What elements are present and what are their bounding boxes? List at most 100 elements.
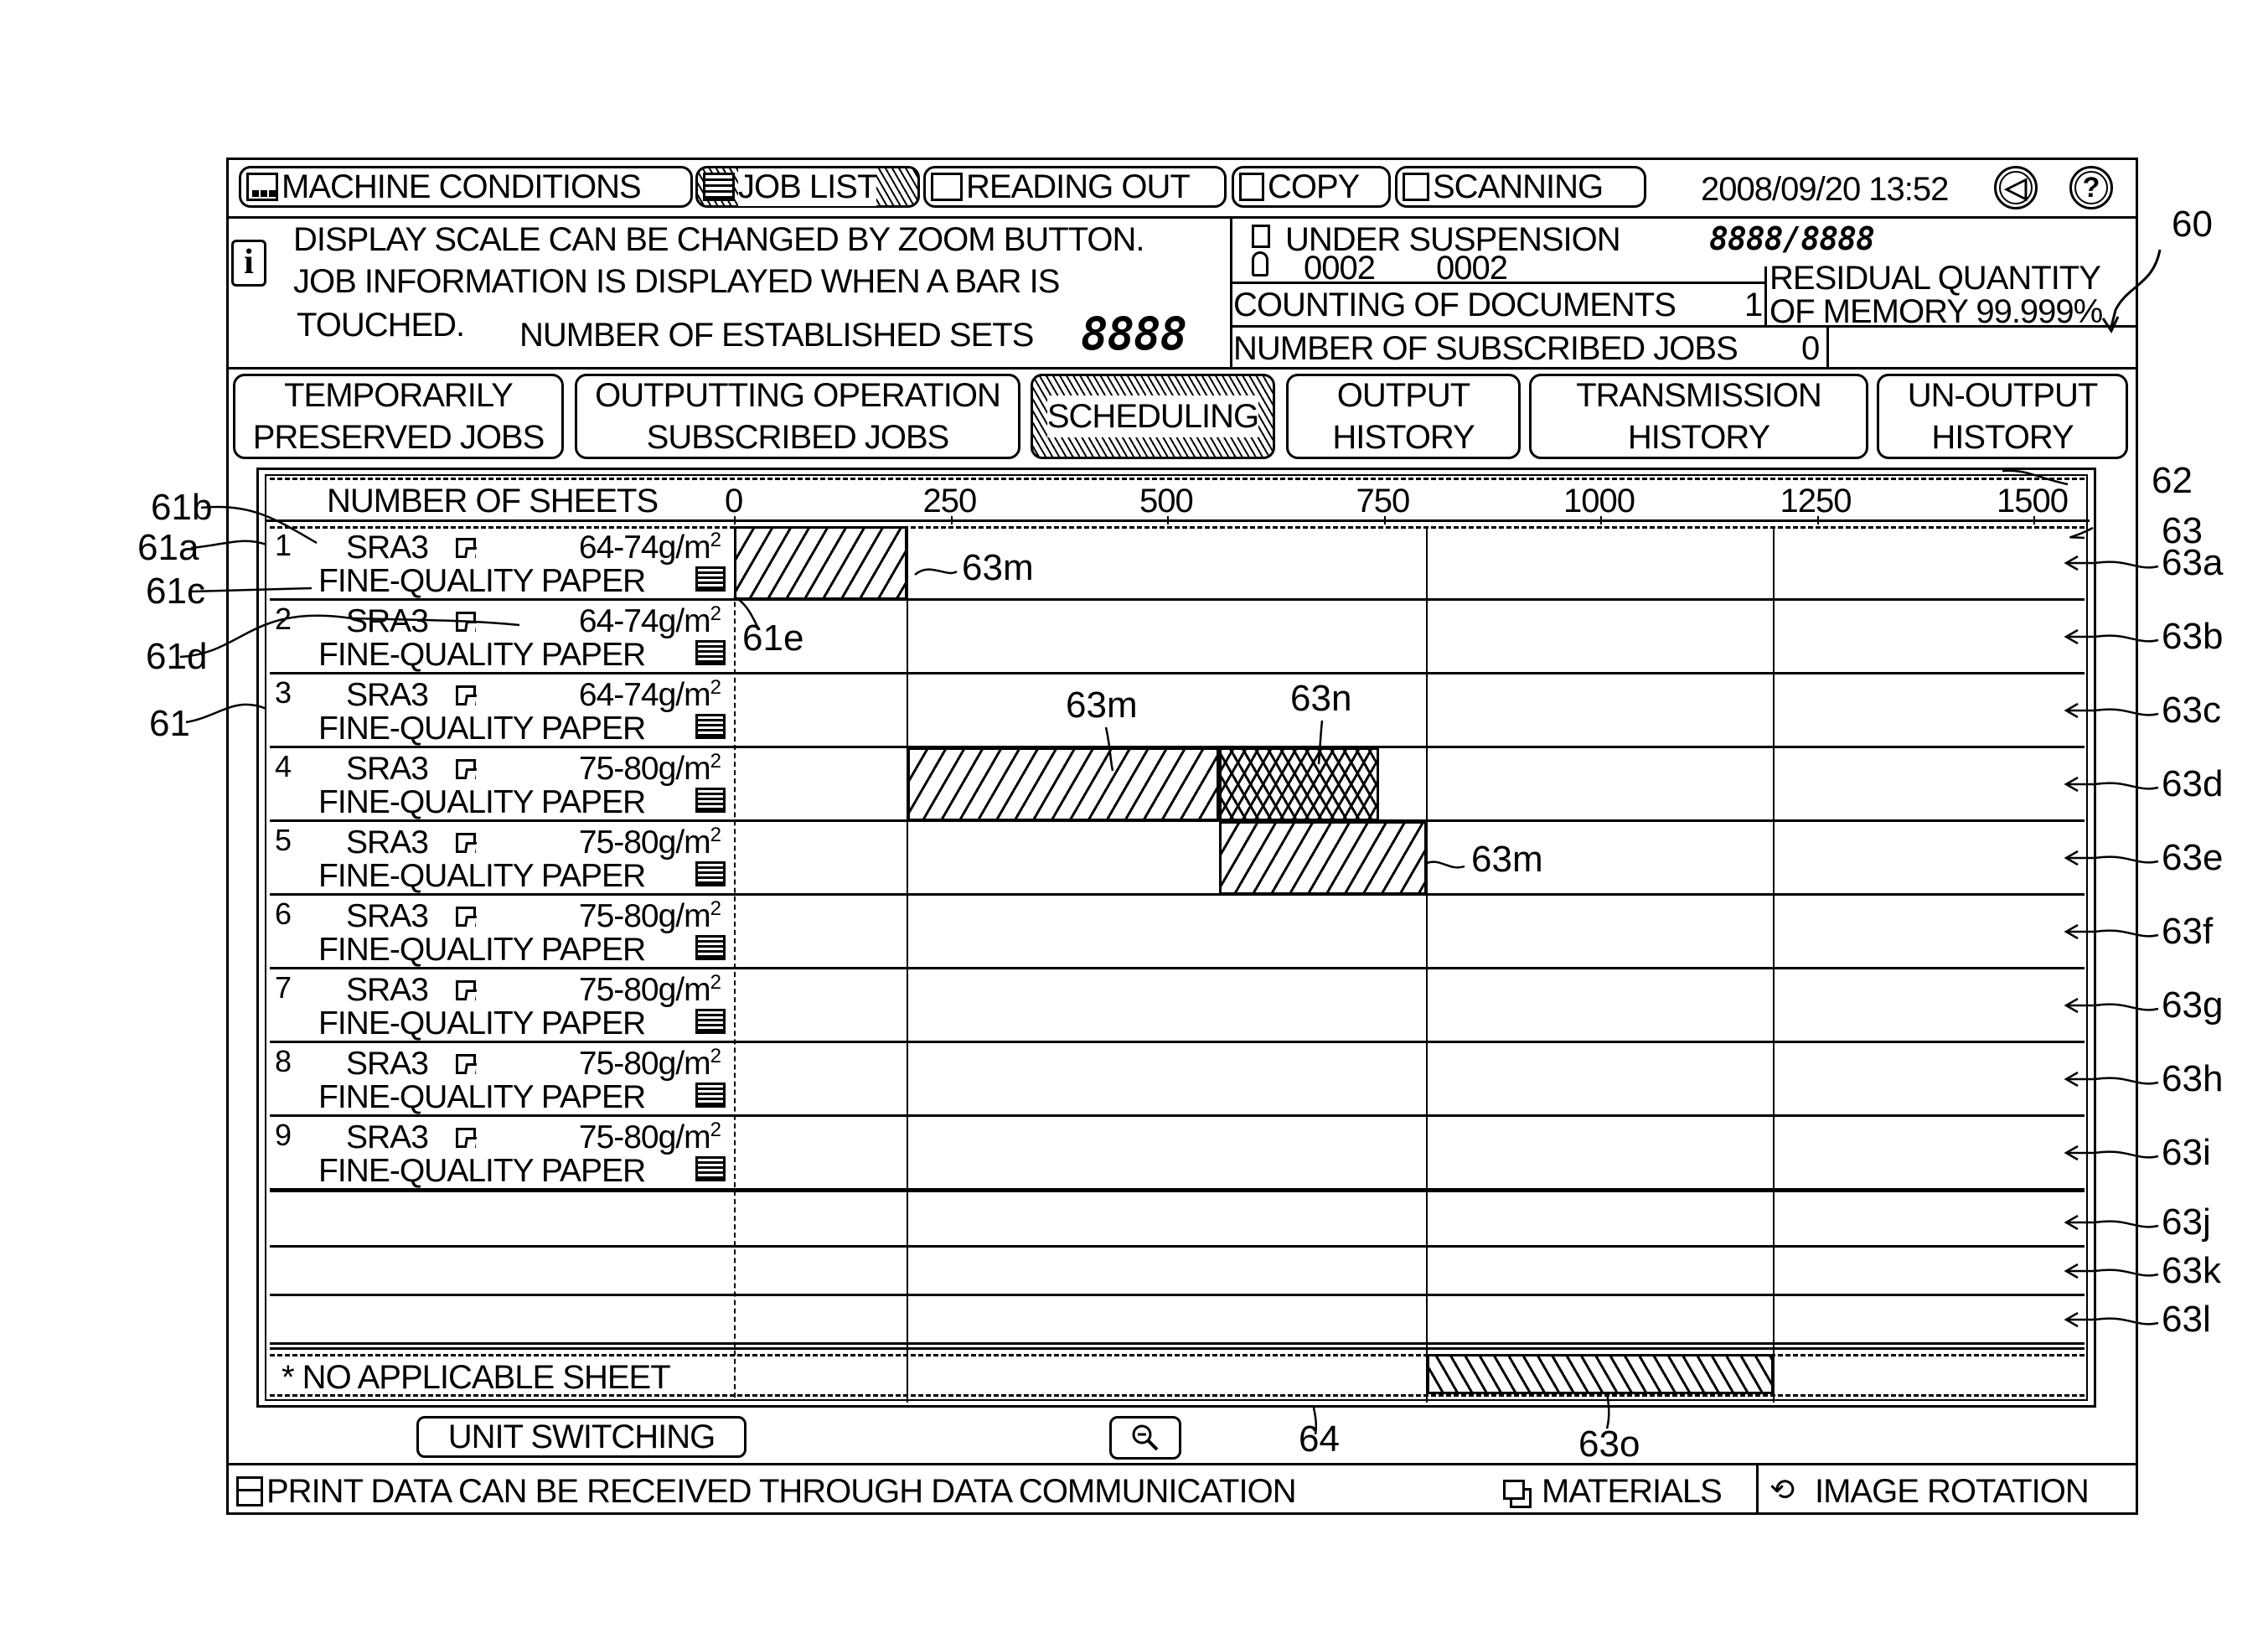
printer-icon [236,1476,263,1506]
schedule-bar-m[interactable] [907,747,1220,821]
sheet-row-label[interactable]: 4 SRA3 75-80g/m2 FINE-QUALITY PAPER [268,747,734,820]
paper-weight: 75-80g/m2 [578,824,721,860]
paper-size: SRA3 [346,677,429,713]
image-rotation-button[interactable]: IMAGE ROTATION [1815,1475,2090,1508]
sheet-row-label[interactable]: 5 SRA3 75-80g/m2 FINE-QUALITY PAPER [268,821,734,894]
ref-61c: 61c [146,571,205,612]
paper-type: FINE-QUALITY PAPER [318,637,646,673]
paper-type: FINE-QUALITY PAPER [318,1079,646,1115]
tray-icon [695,1083,726,1108]
ref-63j: 63j [2162,1201,2211,1243]
paper-weight: 64-74g/m2 [578,676,721,713]
sheet-row-label[interactable]: 6 SRA3 75-80g/m2 FINE-QUALITY PAPER [268,895,734,968]
orientation-icon [456,980,476,1000]
orientation-icon [456,833,476,853]
ref-63i: 63i [2162,1132,2211,1173]
orientation-icon [456,685,476,705]
sheet-row-label[interactable] [268,1295,734,1367]
x-tick-label: 1500 [1997,483,2069,519]
tray-icon [695,714,726,739]
ref-63n: 63n [1290,678,1352,719]
paper-weight: 75-80g/m2 [578,897,721,934]
gridline [906,526,908,1403]
ref-63o: 63o [1578,1424,1640,1465]
paper-type: FINE-QUALITY PAPER [318,1153,646,1189]
paper-size: SRA3 [346,530,429,566]
ref-61e: 61e [742,618,804,659]
paper-weight: 75-80g/m2 [578,971,721,1008]
na-top-dash [270,1354,2085,1357]
ref-63b: 63b [2162,616,2224,657]
row-number: 1 [275,528,292,562]
zoom-out-button[interactable] [1109,1416,1181,1460]
schedule-bar-o[interactable] [1427,1354,1774,1394]
ref-63k: 63k [2162,1250,2221,1291]
sheet-row-label[interactable]: 2 SRA3 64-74g/m2 FINE-QUALITY PAPER [268,600,734,673]
ref-61: 61 [149,703,190,744]
materials-button[interactable]: MATERIALS [1542,1475,1723,1508]
paper-size: SRA3 [346,824,429,860]
label-chart-divider [734,526,736,1398]
tray-icon [695,566,726,592]
tray-icon [695,1009,726,1034]
ref-63m-row1: 63m [962,547,1034,588]
axis-line [265,519,2090,522]
x-tick-label: 250 [922,483,978,519]
paper-type: FINE-QUALITY PAPER [318,858,646,894]
row-number: 9 [275,1118,292,1152]
row-number: 2 [275,602,292,636]
paper-size: SRA3 [346,1119,429,1155]
ref-63a: 63a [2162,542,2224,583]
paper-weight: 64-74g/m2 [578,529,721,566]
tray-icon [695,1156,726,1181]
row-number: 6 [275,897,292,931]
row-number: 7 [275,970,292,1005]
paper-weight: 75-80g/m2 [578,1119,721,1155]
paper-type: FINE-QUALITY PAPER [318,711,646,747]
paper-size: SRA3 [346,972,429,1008]
footer-message: PRINT DATA CAN BE RECEIVED THROUGH DATA … [266,1473,1297,1510]
sheet-row-label[interactable]: 3 SRA3 64-74g/m2 FINE-QUALITY PAPER [268,674,734,747]
ref-63f: 63f [2162,911,2214,952]
row-number: 5 [275,823,292,857]
paper-type: FINE-QUALITY PAPER [318,1005,646,1041]
ref-61d: 61d [146,636,208,677]
paper-size: SRA3 [346,603,429,639]
row-number: 4 [275,749,292,783]
ref-61a: 61a [137,527,199,568]
sheet-row-label[interactable]: 7 SRA3 75-80g/m2 FINE-QUALITY PAPER [268,969,734,1041]
schedule-bar-m[interactable] [734,526,907,600]
chart-canvas: NUMBER OF SHEETS 0 250 500 750 1000 1250 1500 1 … [0,0,2268,1633]
paper-size: SRA3 [346,898,429,934]
ref-63m-row5: 63m [1471,839,1543,880]
schedule-bar-m[interactable] [1219,821,1428,895]
x-tick-label: 500 [1139,483,1194,519]
x-tick-label: 750 [1356,483,1411,519]
paper-type: FINE-QUALITY PAPER [318,563,646,599]
row-number: 3 [275,675,292,710]
sheet-row-label[interactable]: 9 SRA3 75-80g/m2 FINE-QUALITY PAPER [268,1116,734,1189]
sheet-row-label[interactable]: 1 SRA3 64-74g/m2 FINE-QUALITY PAPER [268,526,734,599]
paper-weight: 75-80g/m2 [578,1045,721,1082]
ref-63m-row4: 63m [1066,685,1138,726]
header-divider [270,478,2085,480]
x-tick-label: 0 [725,483,743,519]
unit-switching-button[interactable]: UNIT SWITCHING [416,1416,747,1458]
x-tick-label: 1000 [1563,483,1635,519]
schedule-bar-n[interactable] [1219,747,1380,821]
ref-63l: 63l [2162,1299,2211,1340]
paper-weight: 64-74g/m2 [578,602,721,639]
na-top-line [270,1347,2085,1350]
paper-type: FINE-QUALITY PAPER [318,784,646,820]
paper-size: SRA3 [346,1046,429,1082]
sheet-row-label[interactable]: 8 SRA3 75-80g/m2 FINE-QUALITY PAPER [268,1042,734,1115]
ref-62: 62 [2152,460,2193,501]
gridline [1772,526,1775,1403]
paper-size: SRA3 [346,751,429,787]
no-applicable-sheet-label: * NO APPLICABLE SHEET [282,1359,671,1396]
zoom-out-icon [1132,1424,1159,1451]
ref-63d: 63d [2162,763,2224,804]
list-bottom-divider [270,1342,2085,1345]
tray-icon [695,788,726,813]
ref-61b: 61b [151,487,213,528]
